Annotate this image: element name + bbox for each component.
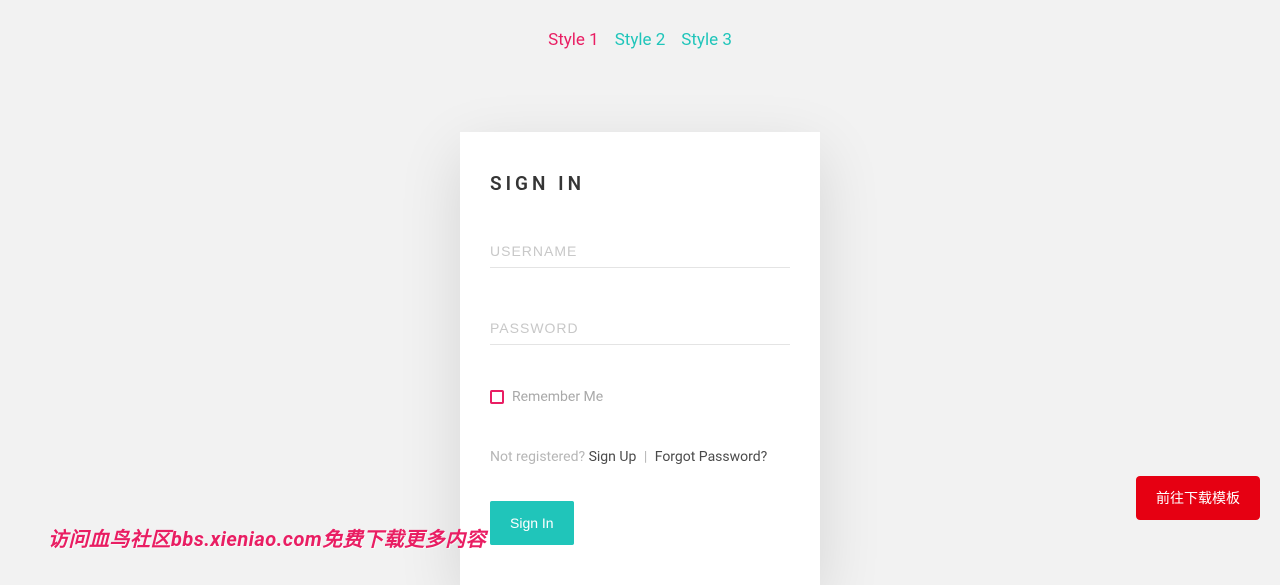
username-input[interactable] <box>490 235 790 268</box>
watermark-text: 访问血鸟社区bbs.xieniao.com免费下载更多内容 <box>48 523 486 552</box>
footer-text: Not registered? Sign Up | Forgot Passwor… <box>490 449 790 465</box>
signin-button[interactable]: Sign In <box>490 501 574 545</box>
tab-style-1[interactable]: Style 1 <box>548 30 599 50</box>
not-registered-text: Not registered? <box>490 449 585 465</box>
card-title: SIGN IN <box>490 172 790 195</box>
remember-checkbox[interactable] <box>490 390 504 404</box>
remember-row: Remember Me <box>490 389 790 405</box>
username-group <box>490 235 790 268</box>
remember-label: Remember Me <box>512 389 603 405</box>
signin-card: SIGN IN Remember Me Not registered? Sign… <box>460 132 820 585</box>
style-nav: Style 1 Style 2 Style 3 <box>0 0 1280 70</box>
download-template-button[interactable]: 前往下载模板 <box>1136 476 1260 520</box>
tab-style-3[interactable]: Style 3 <box>681 30 732 50</box>
password-input[interactable] <box>490 312 790 345</box>
separator: | <box>644 449 647 465</box>
password-group <box>490 312 790 345</box>
tab-style-2[interactable]: Style 2 <box>615 30 666 50</box>
card-wrapper: SIGN IN Remember Me Not registered? Sign… <box>0 70 1280 585</box>
signup-link[interactable]: Sign Up <box>589 449 637 465</box>
forgot-password-link[interactable]: Forgot Password? <box>655 449 768 465</box>
